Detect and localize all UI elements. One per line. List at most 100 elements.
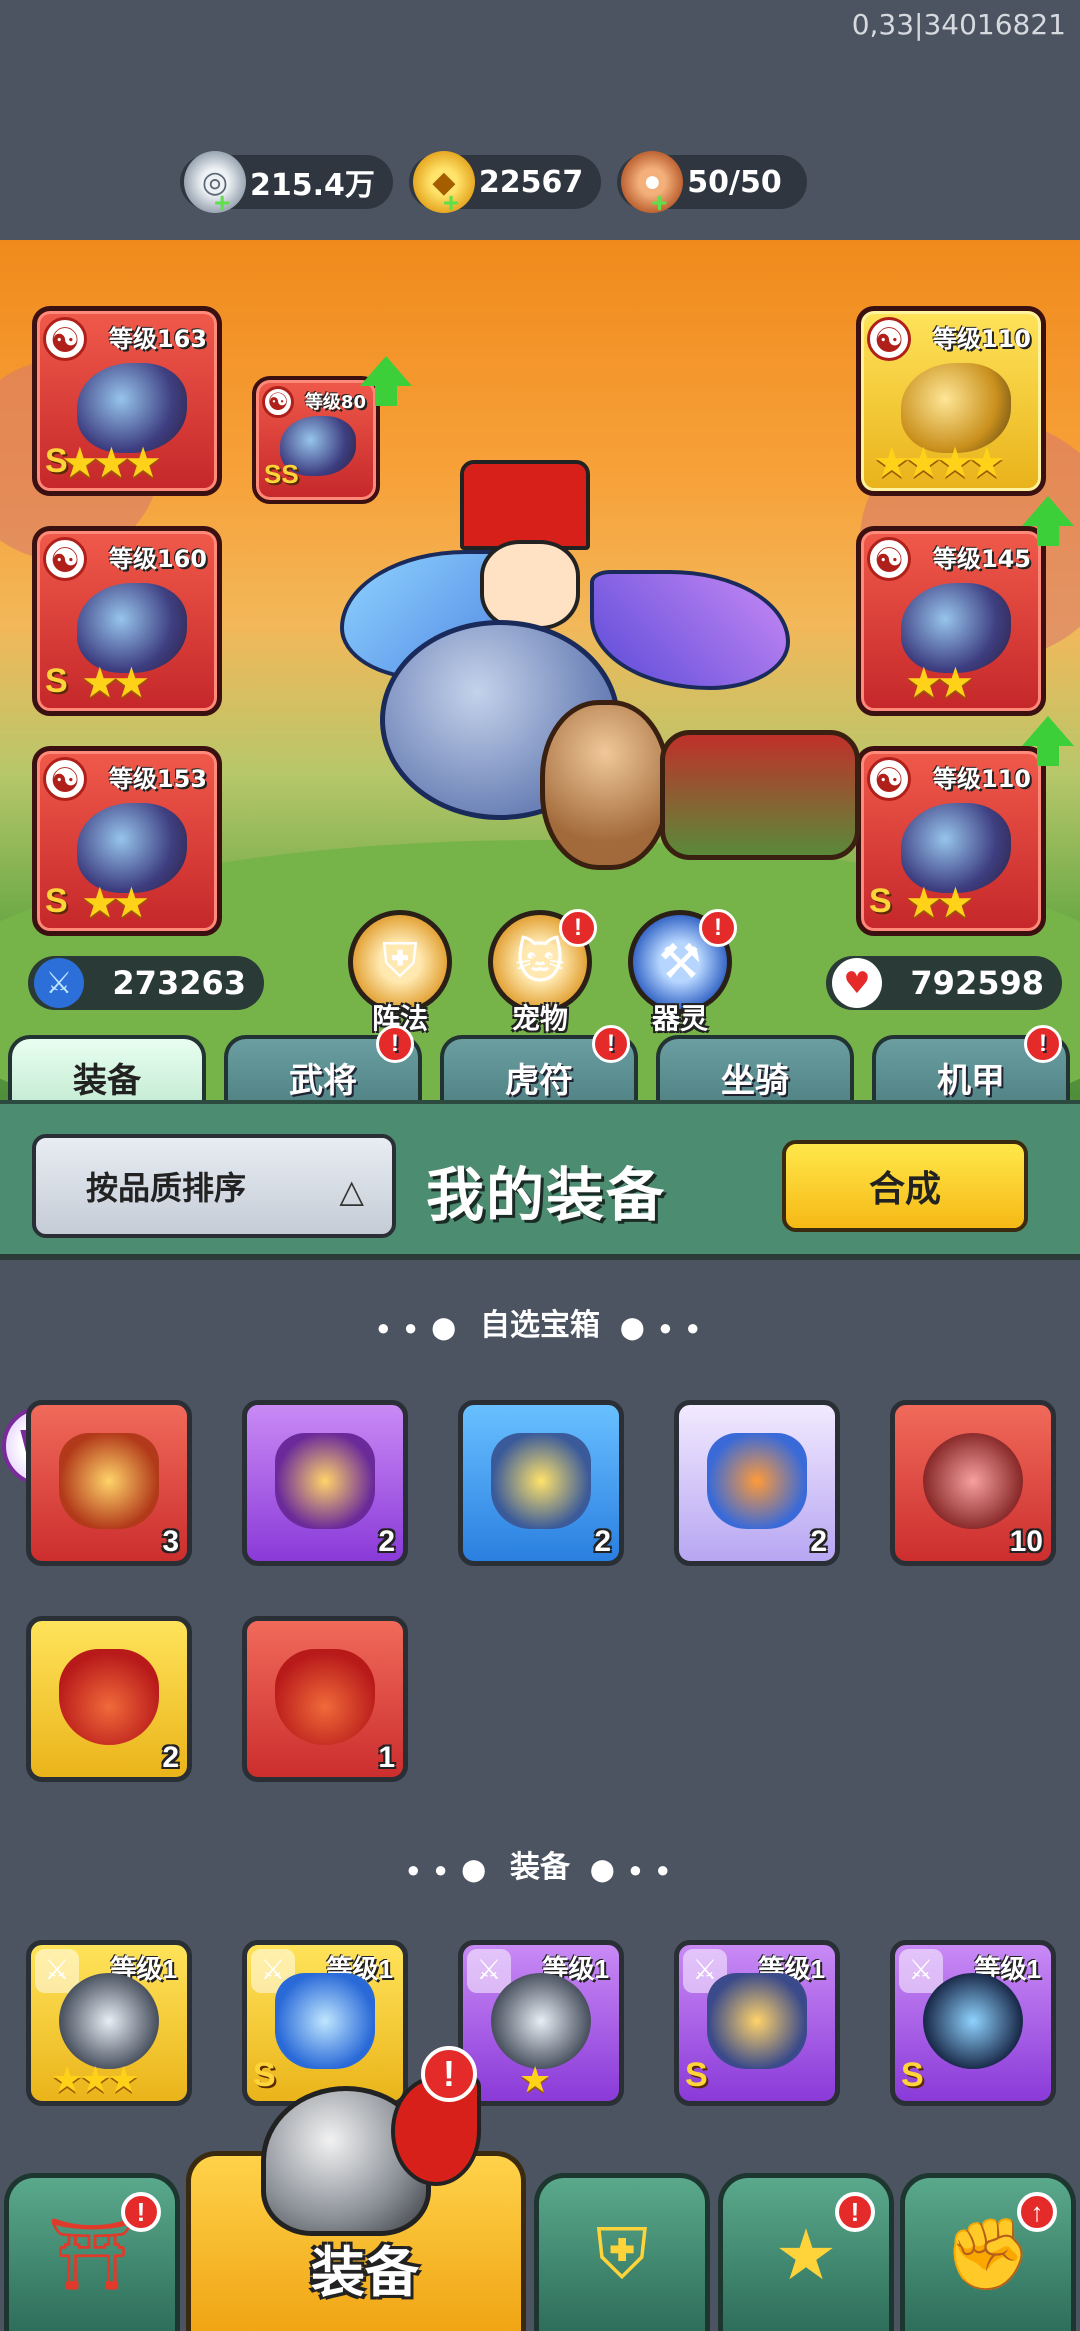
upgrade-arrow-icon [360, 356, 412, 406]
add-stamina-icon[interactable]: + [651, 187, 667, 219]
decor-dots-icon: ⬤ ● ● [620, 1315, 704, 1340]
tab-label: 装备 [73, 1061, 141, 1100]
slot-stars: ★★★★ [873, 439, 1006, 486]
spirit-label: 器灵 [651, 1003, 709, 1034]
wing-right [590, 570, 790, 690]
sort-label: 按品质排序 [86, 1170, 247, 1206]
chest-icon [59, 1433, 159, 1529]
stamina-value: 50/50 [687, 164, 782, 200]
merge-label: 合成 [868, 1168, 941, 1209]
nav-shop-button[interactable]: ⛩ ! [4, 2173, 180, 2331]
yinyang-icon: ☯ [867, 317, 911, 361]
chest-item[interactable]: 3 [26, 1400, 192, 1566]
face-pack-icon [923, 1433, 1023, 1529]
item-rank: S [253, 2056, 276, 2094]
item-rank: S [901, 2056, 924, 2094]
equip-slot-helmet[interactable]: ☯ 等级153 S ★★ [32, 746, 222, 936]
slot-level: 等级145 [932, 545, 1031, 573]
equipment-item[interactable]: ⚔ 等级1 S [674, 1940, 840, 2106]
tab-label: 武将 [289, 1061, 357, 1100]
tab-badge: ! [1024, 1025, 1062, 1063]
nav-main-badge: ! [421, 2046, 477, 2102]
bag-item[interactable]: 1 [242, 1616, 408, 1782]
chest-item[interactable]: 2 [242, 1400, 408, 1566]
equip-slot-bow[interactable]: ☯ 等级160 S ★★ [32, 526, 222, 716]
triangle-up-icon: △ [339, 1173, 364, 1209]
chest-icon [275, 1433, 375, 1529]
nav-battle-button[interactable]: ⛨ [534, 2173, 710, 2331]
chest-item[interactable]: 2 [458, 1400, 624, 1566]
tab-badge: ! [592, 1025, 630, 1063]
equipment-item[interactable]: ⚔ 等级1 S [890, 1940, 1056, 2106]
bag-item[interactable]: 2 [26, 1616, 192, 1782]
slot-stars: ★★★ [61, 439, 162, 486]
hero-character[interactable] [340, 460, 860, 940]
yinyang-icon: ☯ [867, 537, 911, 581]
nav-badge: ! [121, 2192, 161, 2232]
hp-stat: ♥ 792598 [826, 956, 1062, 1010]
bomb-icon [923, 1973, 1023, 2069]
reindeer-mount [540, 700, 670, 870]
section-title: 装备 [510, 1851, 570, 1884]
merge-button[interactable]: 合成 [782, 1140, 1028, 1232]
item-count: 10 [1009, 1525, 1043, 1558]
resource-silver[interactable]: ◎ + 215.4万 [180, 151, 393, 218]
slot-level: 等级110 [932, 325, 1031, 353]
formation-icon: ⛨ [381, 935, 418, 988]
section-header-equipment: ● ● ⬤ 装备 ⬤ ● ● [0, 1842, 1080, 1886]
spirit-badge: ! [699, 909, 737, 947]
stars-wing-icon: ★ [774, 2215, 838, 2294]
debug-id-text: 0,33|34016821 [851, 8, 1066, 41]
spirit-button[interactable]: ⚒ 器灵 ! [628, 909, 737, 1034]
chest-icon [491, 1433, 591, 1529]
heart-icon: ♥ [832, 958, 882, 1008]
sleigh [660, 730, 860, 860]
fist-upgrade-icon: ✊ [944, 2214, 1032, 2293]
slot-rank: S [45, 882, 68, 920]
general-hat [460, 460, 590, 550]
resource-stamina[interactable]: ● + 50/50 [617, 151, 808, 218]
item-count: 2 [378, 1525, 395, 1558]
slot-stars: ★★ [905, 879, 974, 926]
sword-icon: ⚔ [34, 958, 84, 1008]
pet-button[interactable]: 🐱 宠物 ! [488, 909, 597, 1034]
equip-slot-weapon[interactable]: ☯ 等级163 S ★★★ [32, 306, 222, 496]
nav-badge: ! [835, 2192, 875, 2232]
nav-equipment-button[interactable]: ! 装备 [186, 2046, 526, 2331]
equipment-item[interactable]: ⚔ 等级1 ★★★ [26, 1940, 192, 2106]
nav-hero-button[interactable]: ★ ! [718, 2173, 894, 2331]
equip-slot-armor[interactable]: ☯ 等级110 ★★★★ [856, 306, 1046, 496]
slot-level: 等级80 [304, 392, 366, 413]
equipment-item[interactable]: ⚔ 等级1 S [242, 1940, 408, 2106]
resource-gold[interactable]: ◆ + 22567 [408, 151, 602, 218]
equipment-item[interactable]: ⚔ 等级1 ★ [458, 1940, 624, 2106]
decor-dots-icon: ● ● ⬤ [406, 1857, 490, 1882]
pet-badge: ! [559, 909, 597, 947]
slot-level: 等级153 [108, 765, 207, 793]
chest-item[interactable]: 2 [674, 1400, 840, 1566]
bottom-nav: ⛩ ! ! 装备 ⛨ ★ ! ✊ ↑ [0, 2046, 1080, 2331]
decor-dots-icon: ⬤ ● ● [590, 1857, 674, 1882]
yinyang-icon: ☯ [262, 386, 294, 418]
nav-upgrade-button[interactable]: ✊ ↑ [900, 2173, 1076, 2331]
tab-label: 机甲 [937, 1061, 1005, 1100]
equipment-panel-header: 按品质排序 △ 我的装备 合成 [0, 1100, 1080, 1260]
equip-slot-boots[interactable]: ☯ 等级110 S ★★ [856, 746, 1046, 936]
spirit-icon: ⚒ [658, 936, 702, 989]
slot-rank: S [869, 882, 892, 920]
tab-badge: ! [376, 1025, 414, 1063]
ice-sword-icon [275, 1973, 375, 2069]
shuriken-icon [59, 1973, 159, 2069]
slot-level: 等级163 [108, 325, 207, 353]
chest-item[interactable]: 10 [890, 1400, 1056, 1566]
add-silver-icon[interactable]: + [214, 187, 230, 219]
slot-rank: SS [264, 459, 299, 489]
pet-equip-slot[interactable]: ☯ 等级80 SS [252, 376, 380, 504]
add-gold-icon[interactable]: + [443, 187, 459, 219]
tab-label: 虎符 [505, 1061, 573, 1100]
formation-button[interactable]: ⛨ 阵法 [348, 910, 452, 1034]
equip-slot-spear[interactable]: ☯ 等级145 ★★ [856, 526, 1046, 716]
sort-quality-button[interactable]: 按品质排序 △ [32, 1134, 396, 1238]
item-stars: ★★★ [51, 2059, 140, 2100]
item-count: 2 [594, 1525, 611, 1558]
